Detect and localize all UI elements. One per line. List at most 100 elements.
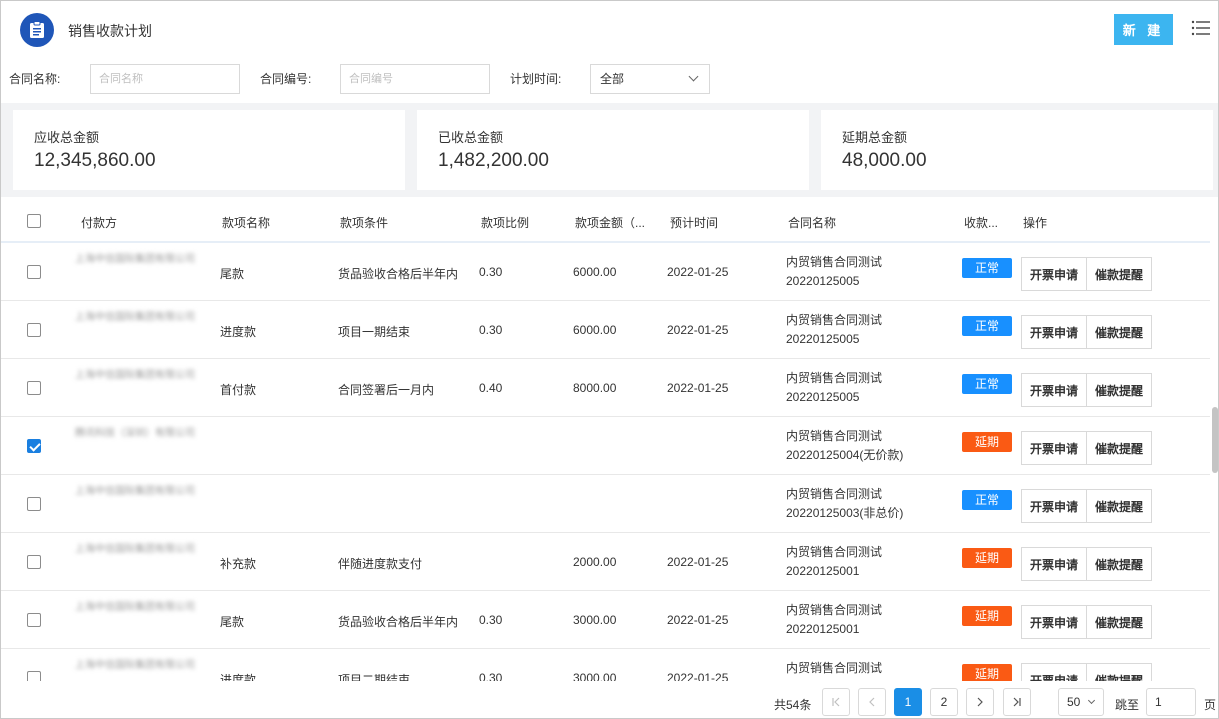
table-row[interactable]: 上海中信国际集团有限公司 内贸销售合同测试 20220125003(非总价) 正常 开票… bbox=[1, 475, 1210, 533]
row-checkbox[interactable] bbox=[27, 381, 41, 395]
vertical-scrollbar[interactable] bbox=[1212, 407, 1218, 473]
contract-number: 20220125001 bbox=[786, 564, 860, 578]
jump-page-input[interactable] bbox=[1146, 688, 1196, 716]
item-amount: 3000.00 bbox=[573, 671, 617, 681]
plan-time-select[interactable]: 全部 bbox=[590, 64, 710, 94]
first-page-icon bbox=[832, 697, 840, 707]
row-checkbox[interactable] bbox=[27, 497, 41, 511]
prev-page-button[interactable] bbox=[858, 688, 886, 716]
delayed-total-card: 延期总金额 48,000.00 bbox=[821, 110, 1213, 190]
invoice-apply-button[interactable]: 开票申请 bbox=[1021, 547, 1087, 581]
contract-name: 内贸销售合同测试 bbox=[786, 659, 882, 678]
payment-remind-button[interactable]: 催款提醒 bbox=[1086, 431, 1152, 465]
invoice-apply-button[interactable]: 开票申请 bbox=[1021, 431, 1087, 465]
item-ratio: 0.40 bbox=[479, 381, 503, 395]
page-2-button[interactable]: 2 bbox=[930, 688, 958, 716]
contract-title: 内贸销售合同测试 bbox=[786, 661, 883, 675]
payment-remind-button[interactable]: 催款提醒 bbox=[1086, 373, 1152, 407]
list-menu-icon[interactable] bbox=[1191, 19, 1211, 37]
item-date: 2022-01-25 bbox=[667, 671, 729, 681]
row-checkbox[interactable] bbox=[27, 613, 41, 627]
payment-remind-button[interactable]: 催款提醒 bbox=[1086, 605, 1152, 639]
invoice-apply-button[interactable]: 开票申请 bbox=[1021, 373, 1087, 407]
item-amount: 8000.00 bbox=[573, 381, 617, 395]
item-amount: 6000.00 bbox=[573, 265, 617, 279]
col-item-name: 款项名称 bbox=[222, 216, 271, 230]
page-size-select[interactable]: 50 bbox=[1058, 688, 1104, 716]
item-condition: 项目一期结束 bbox=[338, 325, 411, 339]
contract-number: 20220125001 bbox=[786, 622, 860, 636]
contract-no-input[interactable] bbox=[340, 64, 490, 94]
item-name: 尾款 bbox=[220, 267, 245, 281]
table-row[interactable]: 上海中信国际集团有限公司 尾款 货品验收合格后半年内 0.30 3000.00 2022-… bbox=[1, 591, 1210, 649]
contract-name: 内贸销售合同测试 20220125001 bbox=[786, 601, 882, 639]
row-checkbox[interactable] bbox=[27, 671, 41, 681]
page-1-button[interactable]: 1 bbox=[894, 688, 922, 716]
payer-name: 腾讯科技（深圳）有限公司 bbox=[75, 428, 195, 439]
table-row[interactable]: 腾讯科技（深圳）有限公司 内贸销售合同测试 20220125004(无价款) 延期 开票… bbox=[1, 417, 1210, 475]
invoice-apply-button[interactable]: 开票申请 bbox=[1021, 663, 1087, 681]
contract-title: 内贸销售合同测试 bbox=[786, 545, 883, 559]
row-checkbox[interactable] bbox=[27, 439, 41, 453]
jump-label: 跳至 bbox=[1115, 698, 1140, 712]
contract-name: 内贸销售合同测试 20220125005 bbox=[786, 311, 882, 349]
jump-unit: 页 bbox=[1204, 698, 1217, 712]
payment-remind-button[interactable]: 催款提醒 bbox=[1086, 547, 1152, 581]
payment-remind-button[interactable]: 催款提醒 bbox=[1086, 257, 1152, 291]
last-page-button[interactable] bbox=[1003, 688, 1031, 716]
invoice-apply-button[interactable]: 开票申请 bbox=[1021, 257, 1087, 291]
contract-name-input[interactable] bbox=[90, 64, 240, 94]
last-page-icon bbox=[1013, 697, 1021, 707]
stat-value: 12,345,860.00 bbox=[34, 150, 156, 171]
contract-number: 20220125005 bbox=[786, 332, 860, 346]
col-payer: 付款方 bbox=[81, 216, 118, 230]
item-name: 补充款 bbox=[220, 557, 257, 571]
new-button[interactable]: 新 建 bbox=[1114, 14, 1173, 45]
payment-remind-button[interactable]: 催款提醒 bbox=[1086, 663, 1152, 681]
chevron-left-icon bbox=[869, 697, 875, 707]
payer-name: 上海中信国际集团有限公司 bbox=[75, 312, 195, 323]
table-row[interactable]: 上海中信国际集团有限公司 首付款 合同签署后一月内 0.40 8000.00 2022-0… bbox=[1, 359, 1210, 417]
contract-number: 20220125005 bbox=[786, 274, 860, 288]
col-date: 预计时间 bbox=[670, 216, 719, 230]
item-condition: 项目二期结束 bbox=[338, 673, 411, 681]
contract-number: 20220125004(无价款) bbox=[786, 448, 904, 462]
contract-title: 内贸销售合同测试 bbox=[786, 487, 883, 501]
payment-plan-table: 付款方 款项名称 款项条件 款项比例 款项金额（... 预计时间 合同名称 收款… bbox=[1, 197, 1210, 681]
contract-name: 内贸销售合同测试 20220125001 bbox=[786, 543, 882, 581]
status-badge: 正常 bbox=[962, 490, 1012, 510]
chevron-right-icon bbox=[977, 697, 983, 707]
table-row[interactable]: 上海中信国际集团有限公司 尾款 货品验收合格后半年内 0.30 6000.00 2022-… bbox=[1, 243, 1210, 301]
total-count: 共54条 bbox=[774, 698, 812, 712]
item-amount: 2000.00 bbox=[573, 555, 617, 569]
stat-label: 延期总金额 bbox=[842, 130, 908, 145]
table-row[interactable]: 上海中信国际集团有限公司 进度款 项目二期结束 0.30 3000.00 2022-01-… bbox=[1, 649, 1210, 681]
payment-remind-button[interactable]: 催款提醒 bbox=[1086, 315, 1152, 349]
contract-name-label: 合同名称: bbox=[9, 72, 61, 86]
app-window: 销售收款计划 新 建 合同名称: 合同编号: 计划时间: 全部 应收总金额 12… bbox=[0, 0, 1219, 719]
invoice-apply-button[interactable]: 开票申请 bbox=[1021, 315, 1087, 349]
select-all-checkbox[interactable] bbox=[27, 214, 41, 228]
item-amount: 6000.00 bbox=[573, 323, 617, 337]
row-checkbox[interactable] bbox=[27, 555, 41, 569]
next-page-button[interactable] bbox=[966, 688, 994, 716]
table-row[interactable]: 上海中信国际集团有限公司 补充款 伴随进度款支付 2000.00 2022-01-25 内… bbox=[1, 533, 1210, 591]
invoice-apply-button[interactable]: 开票申请 bbox=[1021, 489, 1087, 523]
table-header: 付款方 款项名称 款项条件 款项比例 款项金额（... 预计时间 合同名称 收款… bbox=[1, 197, 1210, 243]
item-name: 首付款 bbox=[220, 383, 257, 397]
item-amount: 3000.00 bbox=[573, 613, 617, 627]
first-page-button[interactable] bbox=[822, 688, 850, 716]
item-date: 2022-01-25 bbox=[667, 555, 729, 569]
pagination: 共54条 1 2 50 跳至 页 bbox=[1, 681, 1218, 718]
payer-name: 上海中信国际集团有限公司 bbox=[75, 370, 195, 381]
row-checkbox[interactable] bbox=[27, 323, 41, 337]
invoice-apply-button[interactable]: 开票申请 bbox=[1021, 605, 1087, 639]
received-total-card: 已收总金额 1,482,200.00 bbox=[417, 110, 809, 190]
plan-time-label: 计划时间: bbox=[510, 72, 562, 86]
row-checkbox[interactable] bbox=[27, 265, 41, 279]
item-ratio: 0.30 bbox=[479, 265, 503, 279]
payer-name: 上海中信国际集团有限公司 bbox=[75, 486, 195, 497]
table-row[interactable]: 上海中信国际集团有限公司 进度款 项目一期结束 0.30 6000.00 2022-01-… bbox=[1, 301, 1210, 359]
payment-remind-button[interactable]: 催款提醒 bbox=[1086, 489, 1152, 523]
payer-name: 上海中信国际集团有限公司 bbox=[75, 602, 195, 613]
